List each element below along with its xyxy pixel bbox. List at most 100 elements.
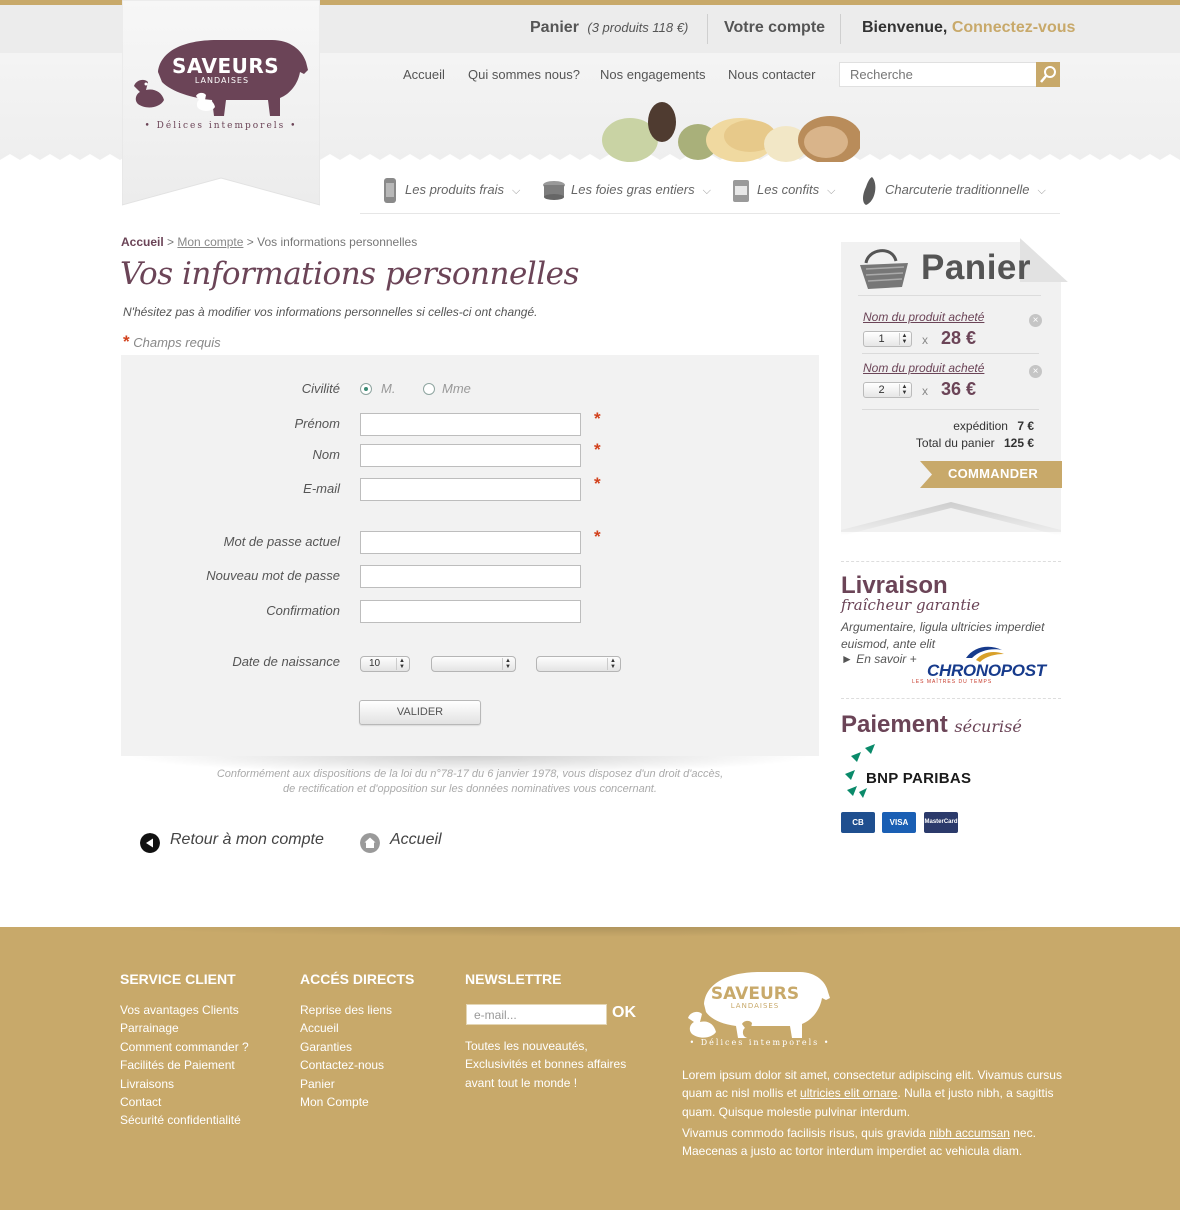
birth-day-select[interactable]: 10 ▲ ▼: [360, 656, 410, 672]
shipping-value: 7 €: [1017, 419, 1034, 433]
nav-contact[interactable]: Nous contacter: [728, 67, 815, 82]
search-input[interactable]: Recherche: [839, 62, 1037, 87]
total-value: 125 €: [1003, 436, 1034, 450]
page-intro: N'hésitez pas à modifier vos information…: [123, 305, 538, 319]
required-fields-note: * Champs requis: [123, 332, 221, 352]
nav-about[interactable]: Qui sommes nous?: [468, 67, 580, 82]
logo-tagline: • Délices intemporels •: [144, 121, 298, 131]
current-password-label: Mot de passe actuel: [223, 534, 340, 549]
category-charcuterie-label: Charcuterie traditionnelle: [885, 182, 1030, 197]
delivery-more-link[interactable]: ► En savoir +: [841, 652, 917, 666]
footer-logo-subname: LANDAISES: [730, 1002, 780, 1010]
category-confits[interactable]: Les confits ⌵: [757, 182, 836, 198]
footer-logo-tagline: • Délices intemporels •: [689, 1038, 831, 1047]
new-password-field[interactable]: [360, 565, 581, 588]
shipping-label: expédition: [953, 419, 1008, 433]
cart-item-name[interactable]: Nom du produit acheté: [863, 361, 984, 375]
remove-item-icon[interactable]: ×: [1029, 314, 1042, 327]
cart-title: Panier: [921, 248, 1031, 287]
birth-day-value: 10: [369, 658, 381, 669]
select-arrows-icon: ▲ ▼: [502, 658, 513, 670]
sidebar-divider: [841, 698, 1061, 699]
newsletter-ok-button[interactable]: OK: [612, 1004, 636, 1022]
category-fresh[interactable]: Les produits frais ⌵: [405, 182, 520, 198]
sidebar-divider: [841, 561, 1061, 562]
remove-item-icon[interactable]: ×: [1029, 365, 1042, 378]
chevron-down-icon: ⌵: [512, 185, 521, 197]
footer-link[interactable]: Contactez-nous: [300, 1056, 392, 1074]
logo-ribbon[interactable]: [122, 0, 320, 215]
footer-link[interactable]: Reprise des liens: [300, 1001, 392, 1019]
footer-inline-link[interactable]: ultricies elit ornare: [800, 1086, 897, 1100]
login-link[interactable]: Connectez-vous: [952, 19, 1076, 36]
chevron-down-icon: ⌵: [702, 185, 711, 197]
nav-home[interactable]: Accueil: [403, 67, 445, 82]
footer-link[interactable]: Facilités de Paiement: [120, 1056, 249, 1074]
newsletter-text: Toutes les nouveautés, Exclusivités et b…: [465, 1039, 627, 1090]
cart-item-qty: 2: [878, 384, 885, 396]
category-foie-gras[interactable]: Les foies gras entiers ⌵: [571, 182, 711, 198]
newsletter-email-input[interactable]: e-mail...: [466, 1004, 607, 1025]
category-fresh-label: Les produits frais: [405, 182, 504, 197]
breadcrumb-account[interactable]: Mon compte: [177, 235, 243, 249]
birth-year-select[interactable]: ▲ ▼: [536, 656, 621, 672]
search-button[interactable]: [1036, 62, 1060, 87]
logo-name: SAVEURS: [172, 54, 280, 78]
footer-text: Vivamus commodo facilisis risus, quis gr…: [682, 1126, 930, 1140]
topbar-account-link[interactable]: Votre compte: [724, 19, 825, 37]
footer-link[interactable]: Panier: [300, 1075, 392, 1093]
home-link[interactable]: Accueil: [390, 831, 442, 849]
cart-item-divider: [862, 409, 1039, 410]
footer-shadow: [120, 927, 1060, 937]
topbar-separator: [707, 14, 708, 44]
required-star: *: [594, 474, 601, 493]
topbar-welcome: Bienvenue, Connectez-vous: [862, 19, 1075, 37]
footer-link[interactable]: Accueil: [300, 1019, 392, 1037]
footer-service-list: Vos avantages Clients Parrainage Comment…: [120, 1001, 249, 1130]
cart-item-qty-select[interactable]: 1 ▲ ▼: [863, 331, 912, 347]
footer-service-title: SERVICE CLIENT: [120, 971, 236, 987]
chronopost-name: CHRONOPOST: [927, 661, 1046, 680]
footer-access-title: ACCÉS DIRECTS: [300, 971, 415, 987]
welcome-label: Bienvenue,: [862, 19, 948, 36]
home-icon: [360, 833, 380, 853]
category-charcuterie[interactable]: Charcuterie traditionnelle ⌵: [885, 182, 1046, 198]
lastname-label: Nom: [312, 447, 340, 462]
civility-radio-m[interactable]: [360, 383, 372, 395]
logo-subname: LANDAISES: [194, 76, 250, 85]
topbar-cart-link[interactable]: Panier (3 produits 118 €): [530, 19, 688, 37]
footer-link[interactable]: Sécurité confidentialité: [120, 1111, 249, 1129]
payment-title-sub: sécurisé: [954, 717, 1022, 736]
breadcrumb-home[interactable]: Accueil: [121, 235, 164, 249]
category-confits-label: Les confits: [757, 182, 820, 197]
order-button[interactable]: COMMANDER: [932, 466, 1054, 481]
back-to-account-link[interactable]: Retour à mon compte: [170, 831, 324, 849]
current-password-field[interactable]: [360, 531, 581, 554]
footer-link[interactable]: Contact: [120, 1093, 249, 1111]
footer-paragraph: Vivamus commodo facilisis risus, quis gr…: [682, 1124, 1067, 1161]
category-foie-gras-label: Les foies gras entiers: [571, 182, 695, 197]
footer-link[interactable]: Comment commander ?: [120, 1038, 249, 1056]
cart-item-name[interactable]: Nom du produit acheté: [863, 310, 984, 324]
nav-commitments[interactable]: Nos engagements: [600, 67, 706, 82]
legal-line-2: de rectification et d'opposition sur les…: [283, 783, 657, 795]
topbar-cart-detail: (3 produits 118 €): [587, 20, 689, 35]
email-field[interactable]: [360, 478, 581, 501]
cart-item-qty-select[interactable]: 2 ▲ ▼: [863, 382, 912, 398]
cart-title-divider: [858, 295, 1041, 296]
validate-button[interactable]: VALIDER: [359, 700, 481, 725]
footer-link[interactable]: Vos avantages Clients: [120, 1001, 249, 1019]
cart-bottom-ribbon: [841, 498, 1061, 536]
birth-month-select[interactable]: ▲ ▼: [431, 656, 516, 672]
civility-radio-mme[interactable]: [423, 383, 435, 395]
firstname-field[interactable]: [360, 413, 581, 436]
footer-link[interactable]: Livraisons: [120, 1075, 249, 1093]
footer-link[interactable]: Parrainage: [120, 1019, 249, 1037]
civility-label: Civilité: [301, 381, 340, 396]
footer-link[interactable]: Mon Compte: [300, 1093, 392, 1111]
footer-link[interactable]: Garanties: [300, 1038, 392, 1056]
footer-inline-link[interactable]: nibh accumsan: [929, 1126, 1010, 1140]
cart-item-times: x: [922, 333, 928, 347]
confirm-password-field[interactable]: [360, 600, 581, 623]
lastname-field[interactable]: [360, 444, 581, 467]
